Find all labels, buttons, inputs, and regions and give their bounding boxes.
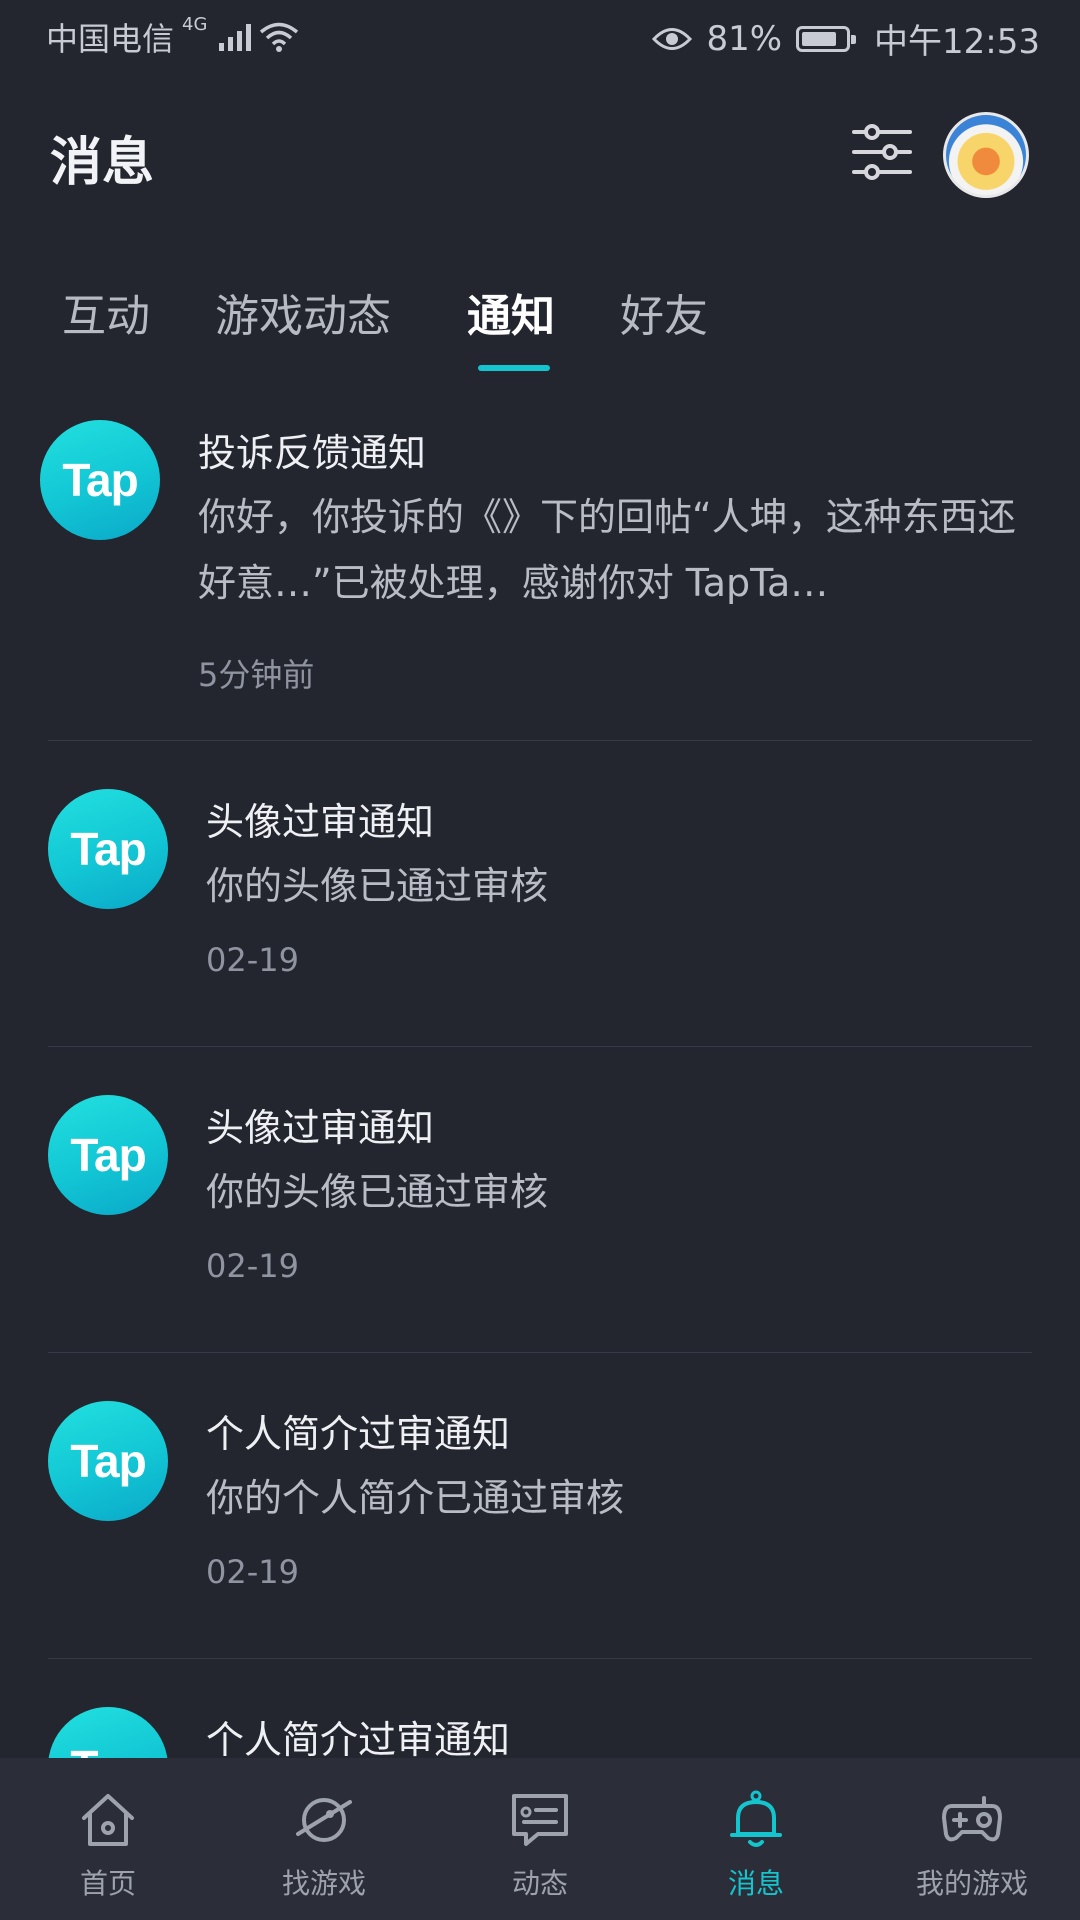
wifi-icon: [260, 22, 299, 52]
battery-percent: 81%: [706, 18, 783, 59]
notification-item[interactable]: Tap 个人简介过审通知: [0, 1659, 1080, 1760]
nav-home[interactable]: 首页: [0, 1758, 216, 1920]
nav-find-games[interactable]: 找游戏: [216, 1758, 432, 1920]
nav-label: 消息: [727, 1867, 784, 1900]
battery-icon: [796, 25, 857, 52]
bottom-nav: 首页 找游戏 动态 消息 我的游戏: [0, 1758, 1080, 1920]
carrier-label: 中国电信: [46, 20, 175, 58]
feed-icon: [512, 1794, 568, 1846]
taptap-logo: Tap: [48, 789, 168, 909]
notification-time: 02-19: [206, 941, 299, 979]
nav-label: 我的游戏: [915, 1867, 1028, 1900]
taptap-logo: Tap: [48, 1707, 168, 1760]
nav-label: 动态: [511, 1867, 568, 1900]
notification-title: 投诉反馈通知: [198, 431, 427, 475]
notification-time: 02-19: [206, 1553, 299, 1591]
notification-title: 个人简介过审通知: [206, 1718, 511, 1760]
notification-time: 02-19: [206, 1247, 299, 1285]
taptap-logo: Tap: [48, 1401, 168, 1521]
notification-body: 你好，你投诉的《》下的回帖“人坤，这种东西还好意…”已被处理，感谢你对 TapT…: [198, 495, 1016, 605]
tab-notifications[interactable]: 通知: [467, 280, 555, 344]
tab-game-updates[interactable]: 游戏动态: [215, 280, 391, 344]
taptap-logo: Tap: [40, 420, 160, 540]
status-right: 81% 中午12:53: [652, 14, 1040, 63]
eye-icon: [652, 27, 693, 50]
notification-title: 个人简介过审通知: [206, 1412, 511, 1456]
sliders-icon: [852, 124, 912, 180]
battery-fill: [802, 31, 837, 46]
notification-item[interactable]: Tap 头像过审通知 你的头像已通过审核 02-19: [0, 741, 1080, 1046]
notification-title: 头像过审通知: [206, 800, 435, 844]
nav-my-games[interactable]: 我的游戏: [864, 1758, 1080, 1920]
notification-list: Tap 投诉反馈通知 你好，你投诉的《》下的回帖“人坤，这种东西还好意…”已被处…: [0, 400, 1080, 1760]
nav-messages[interactable]: 消息: [648, 1758, 864, 1920]
user-avatar[interactable]: [943, 112, 1029, 198]
status-left: 中国电信 4G: [46, 14, 299, 60]
tab-interaction[interactable]: 互动: [62, 280, 150, 344]
notification-title: 头像过审通知: [206, 1106, 435, 1150]
planet-icon: [296, 1798, 352, 1842]
notification-item[interactable]: Tap 头像过审通知 你的头像已通过审核 02-19: [0, 1047, 1080, 1352]
taptap-logo: Tap: [48, 1095, 168, 1215]
status-bar: 中国电信 4G 81% 中午12:53: [0, 0, 1080, 70]
notification-item[interactable]: Tap 投诉反馈通知 你好，你投诉的《》下的回帖“人坤，这种东西还好意…”已被处…: [0, 400, 1080, 740]
signal-icon: [219, 23, 252, 51]
notification-time: 5分钟前: [198, 656, 315, 694]
tab-friends[interactable]: 好友: [620, 280, 708, 344]
active-tab-indicator: [478, 365, 550, 371]
gamepad-icon: [942, 1796, 1002, 1842]
network-label: 4G: [182, 14, 208, 35]
page-title: 消息: [50, 133, 155, 193]
notification-body: 你的个人简介已通过审核: [206, 1476, 625, 1520]
filter-settings-button[interactable]: [850, 120, 914, 184]
nav-feed[interactable]: 动态: [432, 1758, 648, 1920]
message-tabs: 互动 游戏动态 通知 好友: [0, 270, 1080, 380]
notification-body: 你的头像已通过审核: [206, 1170, 549, 1214]
notification-body: 你的头像已通过审核: [206, 864, 549, 908]
nav-label: 首页: [79, 1867, 136, 1900]
clock: 中午12:53: [874, 22, 1040, 62]
nav-label: 找游戏: [281, 1867, 366, 1900]
notification-item[interactable]: Tap 个人简介过审通知 你的个人简介已通过审核 02-19: [0, 1353, 1080, 1658]
bell-icon: [730, 1790, 782, 1847]
home-icon: [82, 1794, 134, 1846]
